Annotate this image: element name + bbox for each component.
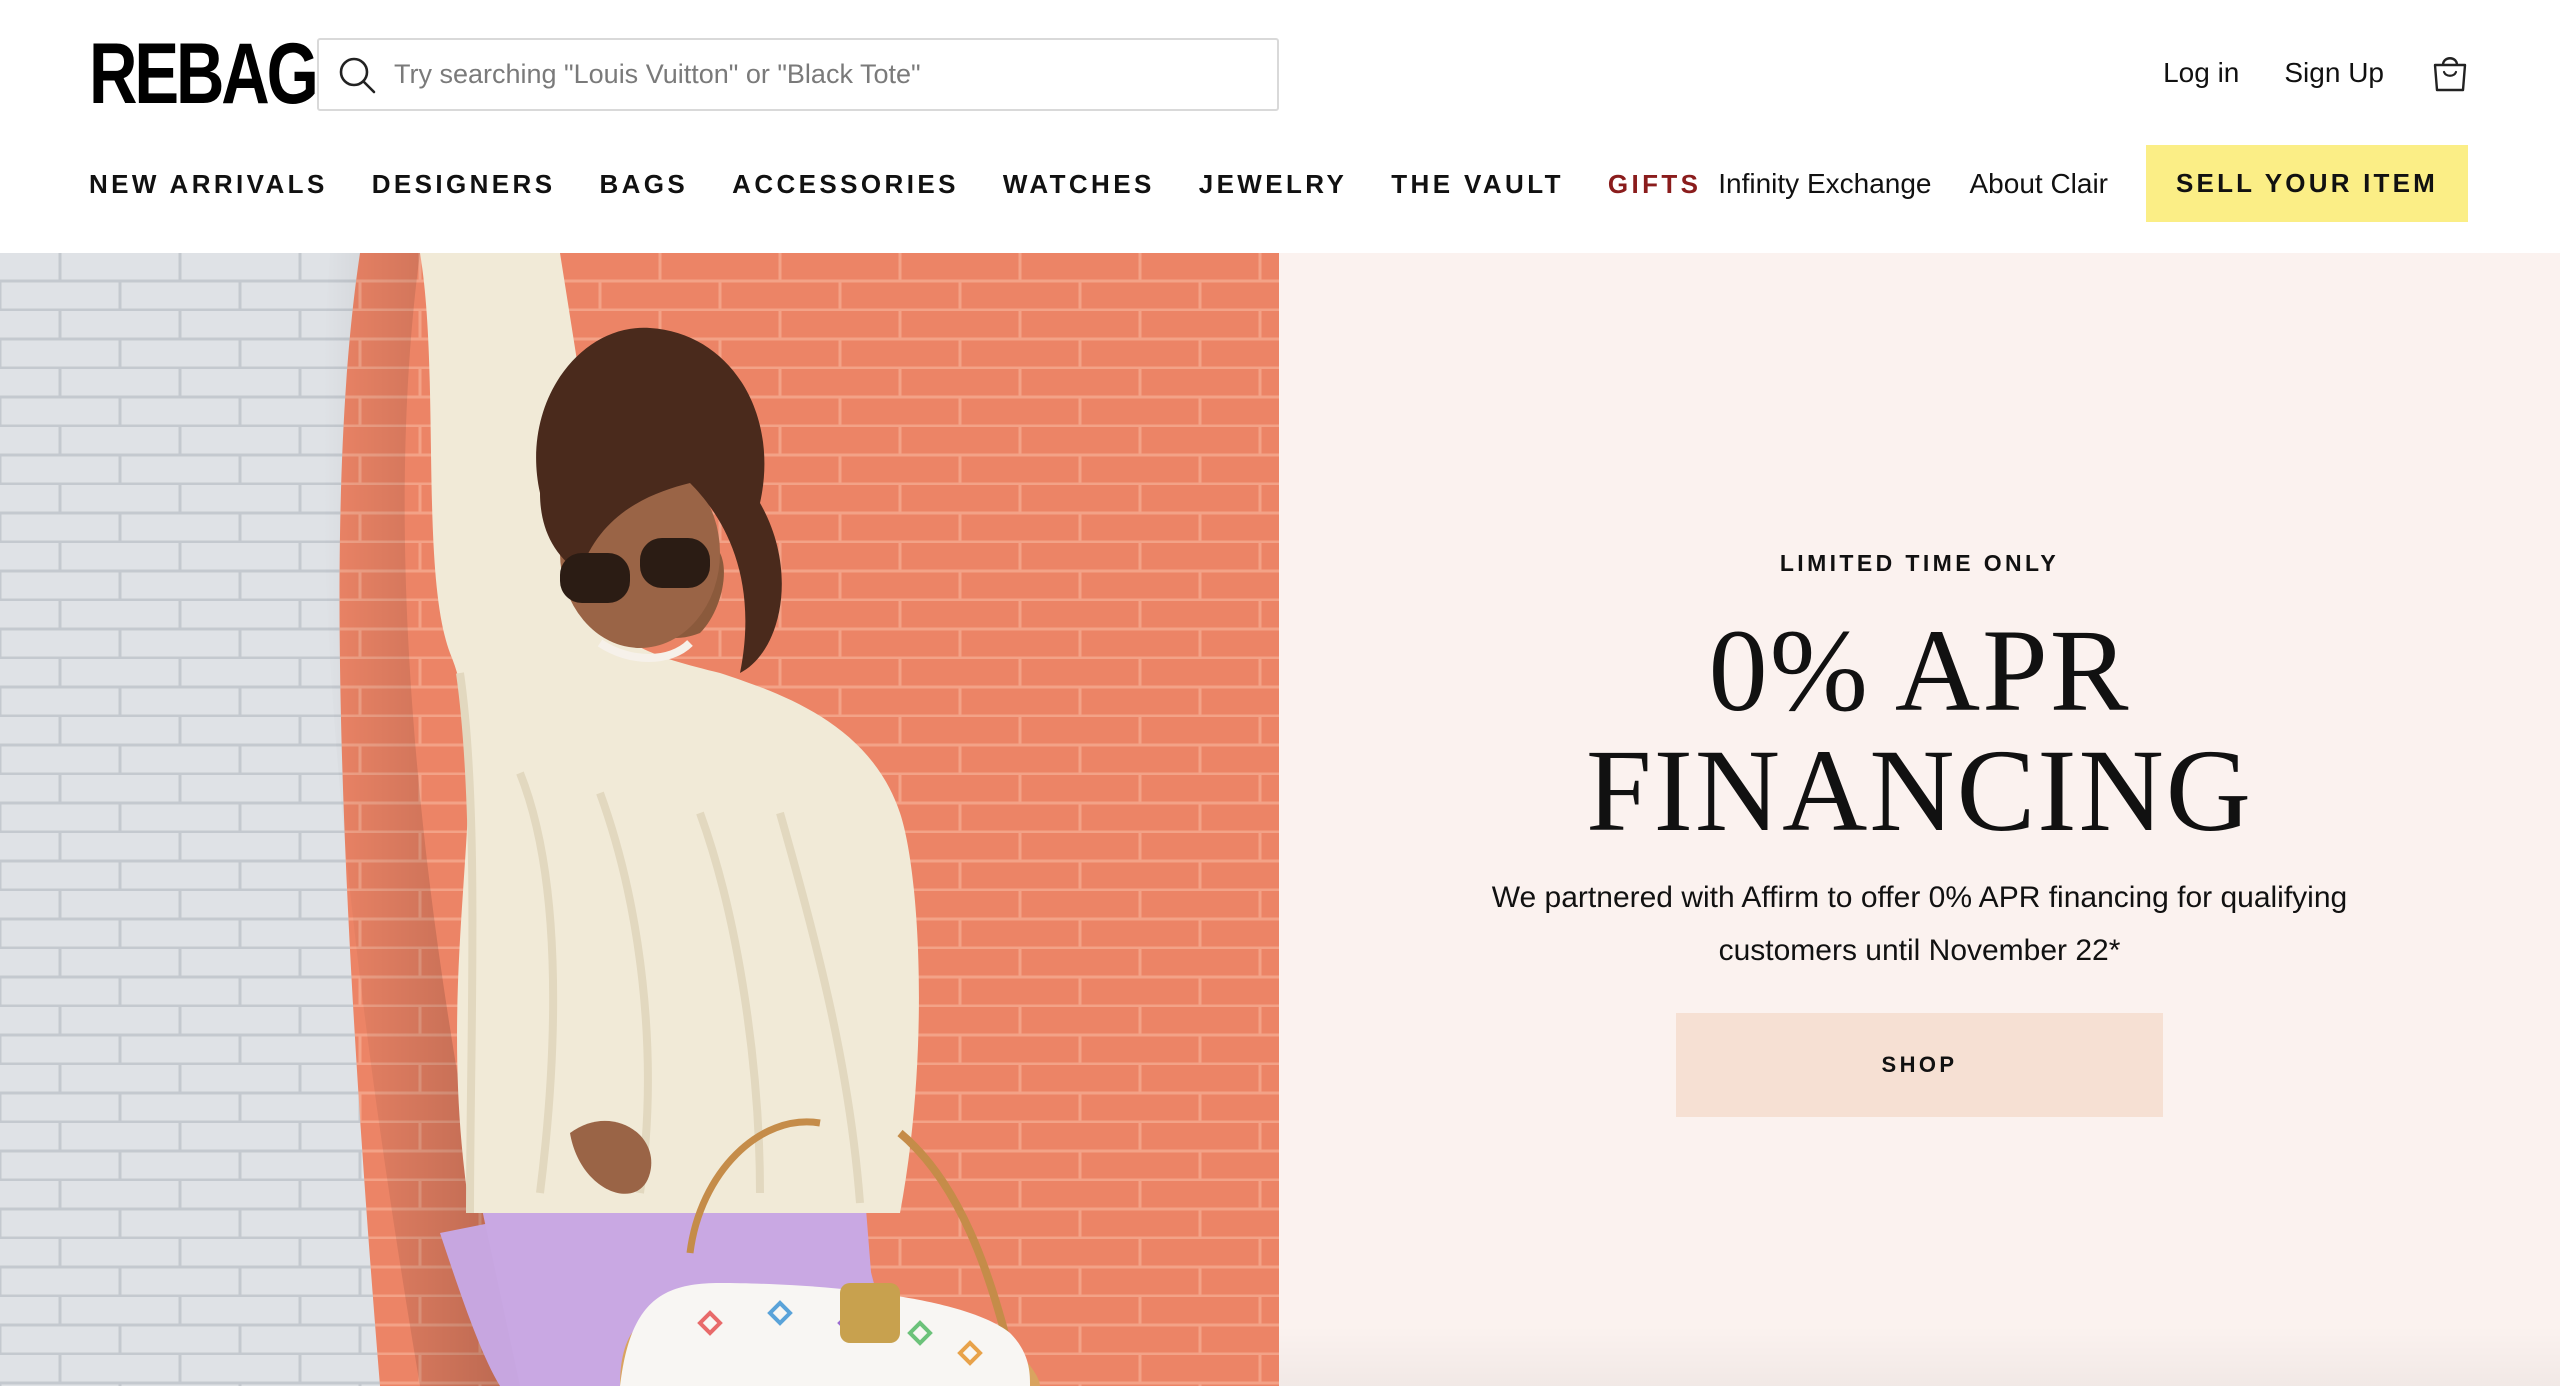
- sell-your-item-button[interactable]: SELL YOUR ITEM: [2146, 145, 2468, 222]
- shopping-bag-icon[interactable]: [2429, 52, 2471, 94]
- nav-watches[interactable]: WATCHES: [1003, 169, 1155, 200]
- search-icon: [336, 54, 378, 96]
- search-input[interactable]: [394, 59, 1254, 90]
- search-bar[interactable]: [317, 38, 1279, 111]
- nav-infinity-exchange[interactable]: Infinity Exchange: [1718, 168, 1931, 200]
- headline-line-2: FINANCING: [1586, 725, 2253, 856]
- nav-about-clair[interactable]: About Clair: [1970, 168, 2109, 200]
- nav-new-arrivals[interactable]: NEW ARRIVALS: [89, 169, 328, 200]
- login-link[interactable]: Log in: [2163, 57, 2239, 89]
- nav-jewelry[interactable]: JEWELRY: [1199, 169, 1348, 200]
- hero-image[interactable]: [0, 253, 1279, 1386]
- signup-link[interactable]: Sign Up: [2284, 57, 2384, 89]
- nav-the-vault[interactable]: THE VAULT: [1391, 169, 1564, 200]
- rebag-logo[interactable]: REBAG: [89, 31, 319, 117]
- promo-panel: LIMITED TIME ONLY 0% APR FINANCING We pa…: [1279, 253, 2560, 1386]
- nav-accessories[interactable]: ACCESSORIES: [732, 169, 959, 200]
- main-nav: NEW ARRIVALS DESIGNERS BAGS ACCESSORIES …: [89, 163, 1745, 205]
- nav-gifts[interactable]: GIFTS: [1608, 169, 1702, 200]
- headline-line-1: 0% APR: [1708, 605, 2131, 736]
- nav-designers[interactable]: DESIGNERS: [372, 169, 556, 200]
- promo-headline: 0% APR FINANCING: [1279, 611, 2560, 851]
- bottom-fade: [1279, 1326, 2560, 1386]
- shop-button[interactable]: SHOP: [1676, 1013, 2163, 1117]
- site-header: REBAG Log in Sign Up NEW ARRIVALS DESIGN…: [0, 0, 2560, 253]
- promo-description: We partnered with Affirm to offer 0% APR…: [1491, 881, 2348, 967]
- account-links: Log in Sign Up: [2163, 44, 2471, 102]
- secondary-nav: Infinity Exchange About Clair SELL YOUR …: [1718, 145, 2468, 222]
- promo-eyebrow: LIMITED TIME ONLY: [1779, 550, 2060, 576]
- nav-bags[interactable]: BAGS: [599, 169, 688, 200]
